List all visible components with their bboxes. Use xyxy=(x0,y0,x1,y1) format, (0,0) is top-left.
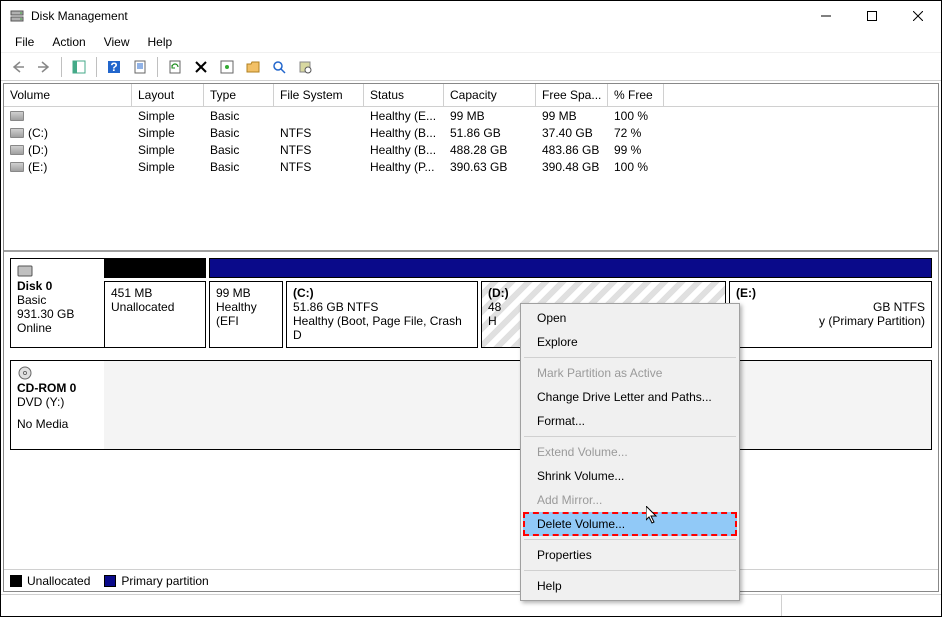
disk-name: Disk 0 xyxy=(17,279,98,293)
col-status[interactable]: Status xyxy=(364,84,444,106)
volume-icon xyxy=(10,162,24,172)
action-icon[interactable] xyxy=(294,56,316,78)
menu-action[interactable]: Action xyxy=(44,33,93,51)
legend-bar: Unallocated Primary partition xyxy=(4,569,938,591)
disk-management-window: Disk Management File Action View Help ? … xyxy=(0,0,942,617)
menu-help[interactable]: Help xyxy=(140,33,181,51)
ctx-format[interactable]: Format... xyxy=(523,409,737,433)
partition-unallocated[interactable]: 451 MB Unallocated xyxy=(104,281,206,348)
window-controls xyxy=(803,1,941,31)
disk-size: 931.30 GB xyxy=(17,307,98,321)
cdrom-empty[interactable] xyxy=(104,360,932,450)
search-icon[interactable] xyxy=(268,56,290,78)
graphical-view: Disk 0 Basic 931.30 GB Online 451 MB xyxy=(4,250,938,569)
partition-boxes: 451 MB Unallocated 99 MB Healthy (EFI (C… xyxy=(104,281,932,348)
ctx-mirror: Add Mirror... xyxy=(523,488,737,512)
menubar: File Action View Help xyxy=(1,31,941,53)
disk-type: Basic xyxy=(17,293,98,307)
ctx-help[interactable]: Help xyxy=(523,574,737,598)
col-pct[interactable]: % Free xyxy=(608,84,664,106)
partition-c[interactable]: (C:) 51.86 GB NTFS Healthy (Boot, Page F… xyxy=(286,281,478,348)
volume-row[interactable]: SimpleBasicHealthy (E...99 MB99 MB100 % xyxy=(4,107,938,124)
toolbar: ? xyxy=(1,53,941,81)
legend-unallocated: Unallocated xyxy=(10,574,90,588)
titlebar: Disk Management xyxy=(1,1,941,31)
close-button[interactable] xyxy=(895,1,941,31)
ctx-shrink[interactable]: Shrink Volume... xyxy=(523,464,737,488)
disk-status: Online xyxy=(17,321,98,335)
ctx-separator xyxy=(524,570,736,571)
partition-efi[interactable]: 99 MB Healthy (EFI xyxy=(209,281,283,348)
ctx-properties[interactable]: Properties xyxy=(523,543,737,567)
toolbar-separator xyxy=(61,57,62,77)
stripe-primary xyxy=(209,258,932,278)
partition-headers xyxy=(104,258,932,278)
volume-icon xyxy=(10,111,24,121)
folder-icon[interactable] xyxy=(242,56,264,78)
minimize-button[interactable] xyxy=(803,1,849,31)
toolbar-separator xyxy=(157,57,158,77)
partition-e[interactable]: (E:) GB NTFS y (Primary Partition) xyxy=(729,281,932,348)
footer xyxy=(1,594,941,616)
stripe-unalloc xyxy=(104,258,206,278)
ctx-mark-active: Mark Partition as Active xyxy=(523,361,737,385)
volume-icon xyxy=(10,145,24,155)
volume-list-header: Volume Layout Type File System Status Ca… xyxy=(4,84,938,107)
volume-icon xyxy=(10,128,24,138)
cdrom-icon xyxy=(17,365,33,381)
col-free[interactable]: Free Spa... xyxy=(536,84,608,106)
back-button[interactable] xyxy=(7,56,29,78)
delete-icon[interactable] xyxy=(190,56,212,78)
context-menu: Open Explore Mark Partition as Active Ch… xyxy=(520,303,740,601)
cdrom-row: CD-ROM 0 DVD (Y:) No Media xyxy=(10,360,932,450)
disk-icon xyxy=(17,265,33,277)
volume-list[interactable]: SimpleBasicHealthy (E...99 MB99 MB100 %(… xyxy=(4,107,938,175)
cdrom-info[interactable]: CD-ROM 0 DVD (Y:) No Media xyxy=(10,360,104,450)
ctx-delete-volume[interactable]: Delete Volume... xyxy=(523,512,737,536)
legend-primary: Primary partition xyxy=(104,574,208,588)
volume-row[interactable]: (E:)SimpleBasicNTFSHealthy (P...390.63 G… xyxy=(4,158,938,175)
content-area: Volume Layout Type File System Status Ca… xyxy=(1,81,941,594)
legend-primary-swatch xyxy=(104,575,116,587)
disk-0-info[interactable]: Disk 0 Basic 931.30 GB Online xyxy=(10,258,104,348)
col-spacer xyxy=(664,84,938,106)
col-type[interactable]: Type xyxy=(204,84,274,106)
volume-row[interactable]: (C:)SimpleBasicNTFSHealthy (B...51.86 GB… xyxy=(4,124,938,141)
settings-icon[interactable] xyxy=(216,56,238,78)
col-layout[interactable]: Layout xyxy=(132,84,204,106)
col-filesystem[interactable]: File System xyxy=(274,84,364,106)
legend-unalloc-swatch xyxy=(10,575,22,587)
help-button[interactable]: ? xyxy=(103,56,125,78)
disk-0-row: Disk 0 Basic 931.30 GB Online 451 MB xyxy=(10,258,932,348)
menu-file[interactable]: File xyxy=(7,33,42,51)
window-title: Disk Management xyxy=(31,9,803,23)
svg-text:?: ? xyxy=(110,60,117,74)
properties-button[interactable] xyxy=(129,56,151,78)
ctx-open[interactable]: Open xyxy=(523,306,737,330)
col-capacity[interactable]: Capacity xyxy=(444,84,536,106)
ctx-separator xyxy=(524,539,736,540)
app-icon xyxy=(9,8,25,24)
volume-row[interactable]: (D:)SimpleBasicNTFSHealthy (B...488.28 G… xyxy=(4,141,938,158)
forward-button[interactable] xyxy=(33,56,55,78)
main-panel: Volume Layout Type File System Status Ca… xyxy=(3,83,939,592)
ctx-separator xyxy=(524,436,736,437)
refresh-button[interactable] xyxy=(164,56,186,78)
disk-0-partitions: 451 MB Unallocated 99 MB Healthy (EFI (C… xyxy=(104,258,932,348)
cdrom-type: DVD (Y:) xyxy=(17,395,98,409)
toolbar-separator xyxy=(96,57,97,77)
ctx-change-letter[interactable]: Change Drive Letter and Paths... xyxy=(523,385,737,409)
cdrom-status: No Media xyxy=(17,417,98,431)
maximize-button[interactable] xyxy=(849,1,895,31)
show-hide-button[interactable] xyxy=(68,56,90,78)
menu-view[interactable]: View xyxy=(96,33,138,51)
ctx-explore[interactable]: Explore xyxy=(523,330,737,354)
ctx-extend: Extend Volume... xyxy=(523,440,737,464)
ctx-separator xyxy=(524,357,736,358)
col-volume[interactable]: Volume xyxy=(4,84,132,106)
cdrom-name: CD-ROM 0 xyxy=(17,381,98,395)
